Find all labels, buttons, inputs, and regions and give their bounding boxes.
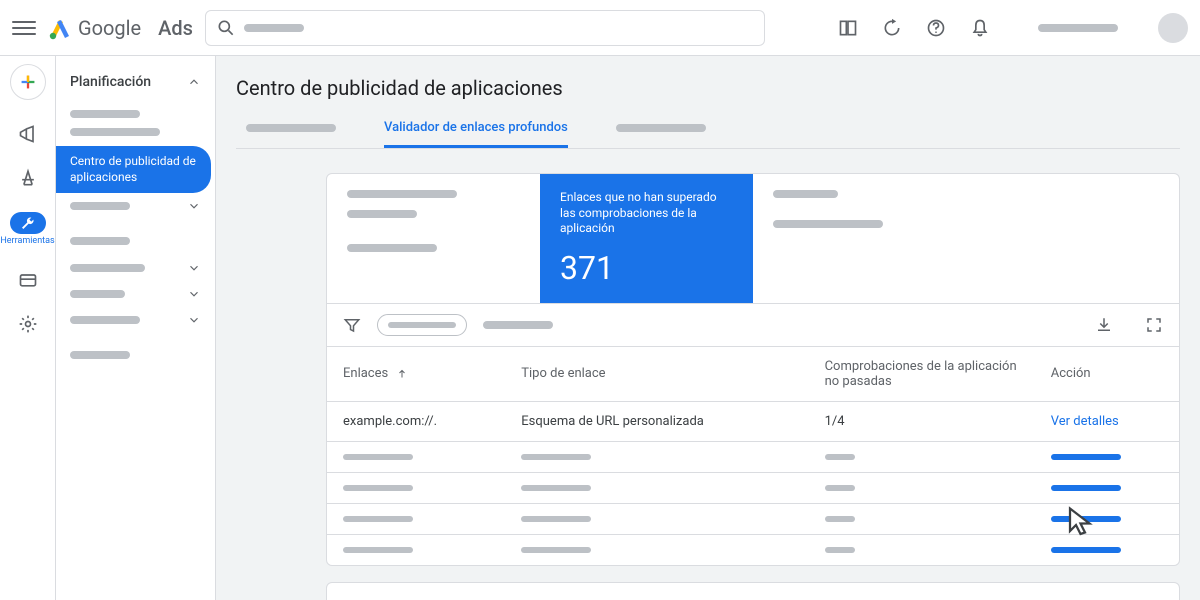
table-row [327,534,1179,565]
account-label-placeholder [1038,24,1118,32]
rail-campaigns-icon[interactable] [8,124,48,144]
sidepanel: Planificación Centro de publicidad de ap… [56,56,216,600]
tools-wrench-icon [20,215,36,231]
stats-row: Enlaces que no han superado las comproba… [327,174,1179,303]
chevron-down-icon [187,261,201,275]
logo-text-ads: Ads [158,16,193,40]
view-details-link[interactable] [1051,516,1121,522]
stat-label: Enlaces que no han superado las comproba… [560,190,733,237]
search-icon [216,18,236,38]
secondary-card [326,582,1180,600]
rail-goals-icon[interactable] [8,168,48,188]
tab-placeholder[interactable] [246,110,336,148]
logo-text-google: Google [78,16,141,40]
view-details-link[interactable] [1051,454,1121,460]
cell-action: Ver detalles [1035,401,1179,441]
tabs: Validador de enlaces profundos [236,110,1180,149]
rail-tools-label: Herramientas [0,236,54,246]
th-action[interactable]: Acción [1035,346,1179,401]
logo[interactable]: Google Ads [48,16,193,40]
content-area: Centro de publicidad de aplicaciones Val… [216,56,1200,600]
table-toolbar [327,303,1179,346]
stat-cell-failed-checks[interactable]: Enlaces que no han superado las comproba… [540,174,753,303]
cell-link: example.com://. [327,401,505,441]
filter-chip[interactable] [377,314,467,336]
th-checks-failed[interactable]: Comprobaciones de la aplicación no pasad… [809,346,1035,401]
table-row: example.com://. Esquema de URL personali… [327,401,1179,441]
search-input[interactable] [205,10,765,46]
validator-card: Enlaces que no han superado las comproba… [326,173,1180,566]
topbar: Google Ads [0,0,1200,56]
th-links[interactable]: Enlaces [327,346,505,401]
sidepanel-item-app-ads-hub[interactable]: Centro de publicidad de aplicaciones [56,146,211,193]
sidepanel-item[interactable] [56,281,215,307]
sidepanel-header-planning[interactable]: Planificación [56,64,215,100]
refresh-icon[interactable] [882,18,902,38]
table-row [327,472,1179,503]
tab-deeplink-validator[interactable]: Validador de enlaces profundos [384,110,568,148]
table-row [327,441,1179,472]
chevron-down-icon [187,313,201,327]
stat-cell[interactable] [327,174,540,303]
chevron-down-icon [187,199,201,213]
view-details-link[interactable]: Ver detalles [1051,414,1119,429]
workspace-icon[interactable] [838,18,858,38]
help-icon[interactable] [926,18,946,38]
hamburger-menu-icon[interactable] [12,16,36,40]
page-title: Centro de publicidad de aplicaciones [236,76,1180,100]
rail-settings-icon[interactable] [8,314,48,334]
create-button[interactable] [10,64,46,100]
filter-icon[interactable] [343,316,361,334]
view-details-link[interactable] [1051,485,1121,491]
plus-icon [17,71,39,93]
th-link-type[interactable]: Tipo de enlace [505,346,808,401]
stat-cell[interactable] [753,174,966,303]
links-table: Enlaces Tipo de enlace Comprobaciones de… [327,346,1179,565]
tab-placeholder[interactable] [616,110,706,148]
sidepanel-item[interactable] [56,193,215,219]
view-details-link[interactable] [1051,547,1121,553]
cell-checks-failed: 1/4 [809,401,1035,441]
google-ads-logo-icon [48,16,72,40]
avatar[interactable] [1158,13,1188,43]
sidepanel-item[interactable] [56,307,215,333]
sidepanel-item[interactable] [56,255,215,281]
cell-link-type: Esquema de URL personalizada [505,401,808,441]
table-row [327,503,1179,534]
chevron-up-icon [187,75,201,89]
rail-billing-icon[interactable] [8,270,48,290]
fullscreen-icon[interactable] [1145,316,1163,334]
stat-cell[interactable] [966,174,1179,303]
notifications-icon[interactable] [970,18,990,38]
stat-value: 371 [560,249,733,287]
chevron-down-icon [187,287,201,301]
download-icon[interactable] [1095,316,1113,334]
sort-up-icon [396,368,408,380]
nav-rail: Herramientas [0,56,56,600]
rail-tools[interactable]: Herramientas [8,212,48,246]
